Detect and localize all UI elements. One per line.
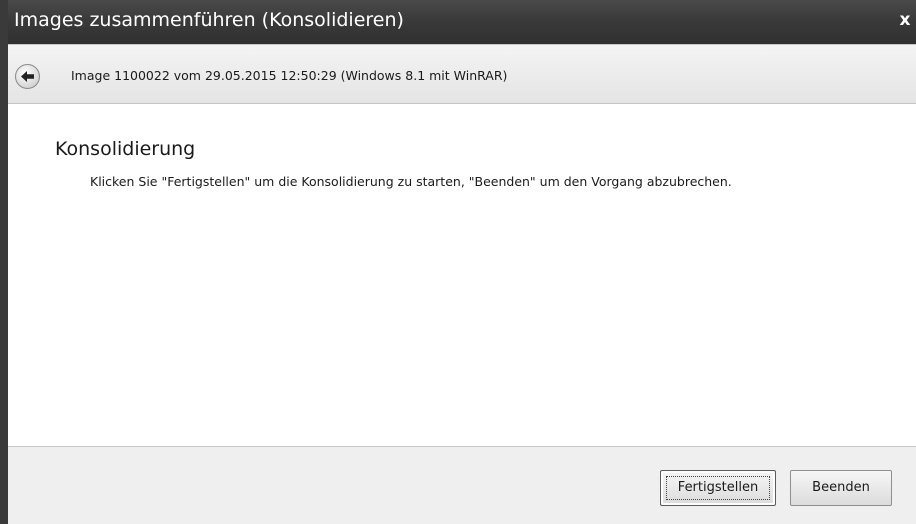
page-heading: Konsolidierung	[55, 138, 196, 160]
back-button[interactable]	[15, 64, 40, 89]
wizard-window: Images zusammenführen (Konsolidieren) x …	[0, 0, 916, 524]
content-area: Konsolidierung Klicken Sie "Fertigstelle…	[8, 104, 916, 446]
finish-button-label: Fertigstellen	[677, 480, 759, 495]
back-arrow-icon	[21, 71, 34, 82]
close-button[interactable]: x	[896, 9, 914, 31]
cancel-button[interactable]: Beenden	[790, 470, 892, 506]
navigation-bar: Image 1100022 vom 29.05.2015 12:50:29 (W…	[8, 44, 916, 104]
window-title: Images zusammenführen (Konsolidieren)	[14, 9, 404, 31]
title-bar: Images zusammenführen (Konsolidieren) x	[8, 0, 916, 44]
finish-button[interactable]: Fertigstellen	[660, 470, 776, 506]
image-info-label: Image 1100022 vom 29.05.2015 12:50:29 (W…	[71, 68, 508, 83]
button-bar: Fertigstellen Beenden	[8, 446, 916, 524]
instruction-text: Klicken Sie "Fertigstellen" um die Konso…	[90, 174, 732, 189]
